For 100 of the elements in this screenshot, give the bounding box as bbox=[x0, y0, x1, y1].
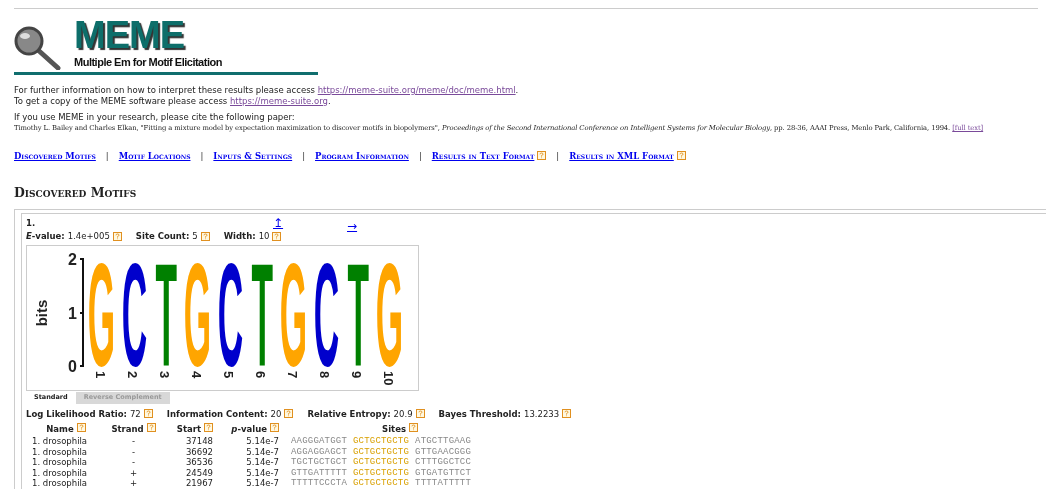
stat-value: 20 bbox=[270, 407, 282, 421]
nav-link[interactable]: Results in XML Format bbox=[569, 149, 674, 163]
column-header: Name bbox=[46, 423, 74, 436]
tick-label: 2 bbox=[68, 250, 77, 268]
stat-label: Width: bbox=[223, 230, 256, 243]
stat-value: 5 bbox=[192, 230, 198, 243]
nav-separator: | bbox=[302, 149, 305, 163]
table-cell-text: - bbox=[130, 457, 137, 468]
logo-letter: G bbox=[376, 255, 404, 370]
help-icon[interactable] bbox=[537, 151, 547, 161]
stat-value: 20.9 bbox=[393, 407, 413, 421]
logo-letter: T bbox=[251, 255, 273, 370]
table-cell-text: 1. drosophila bbox=[31, 446, 89, 457]
table-cell-text: 36536 bbox=[184, 457, 213, 468]
logo-letter: G bbox=[184, 255, 212, 370]
table-cell-text: 5.14e-7 bbox=[245, 478, 279, 489]
help-icon[interactable] bbox=[676, 151, 686, 161]
position-label: 6 bbox=[253, 370, 268, 378]
site-flank: ATGCTTGAAG bbox=[415, 436, 472, 447]
position-label: 3 bbox=[157, 370, 172, 378]
logo-letter: C bbox=[121, 255, 147, 370]
help-icon[interactable] bbox=[146, 423, 156, 433]
nav-separator: | bbox=[105, 149, 109, 163]
help-icon[interactable] bbox=[408, 423, 418, 433]
position-label: 5 bbox=[221, 370, 236, 378]
table-cell-text: 1. drosophila bbox=[31, 436, 89, 447]
stat-value: 10 bbox=[258, 230, 270, 243]
position-label: 1 bbox=[93, 370, 108, 378]
logo-letter: C bbox=[217, 255, 243, 370]
nav-link[interactable]: Motif Locations bbox=[118, 149, 191, 163]
axis-label: bits bbox=[33, 299, 50, 327]
table-cell-text: - bbox=[130, 436, 137, 447]
table-cell-text: + bbox=[128, 467, 139, 478]
site-flank: TGCTGCTGCT bbox=[291, 457, 347, 468]
help-icon[interactable] bbox=[204, 423, 213, 433]
logo-title: MEME bbox=[74, 17, 185, 53]
help-icon[interactable] bbox=[112, 231, 122, 241]
table-cell-text: 5.14e-7 bbox=[245, 436, 279, 447]
site-flank: AAGGGATGGT bbox=[291, 436, 347, 447]
table-cell-text: 1. drosophila bbox=[31, 467, 89, 478]
logo-letter: C bbox=[313, 255, 339, 370]
table-cell-text: 1. drosophila bbox=[31, 478, 89, 489]
url-link[interactable]: https://meme-suite.org bbox=[230, 95, 328, 106]
help-icon[interactable] bbox=[143, 409, 153, 419]
stat-label: Bayes Threshold: bbox=[438, 407, 521, 421]
help-icon[interactable] bbox=[284, 409, 294, 419]
nav-separator: | bbox=[418, 149, 422, 163]
stat-label: E-value: bbox=[26, 230, 65, 243]
stat-label: Site Count: bbox=[135, 230, 190, 243]
logo-letter: T bbox=[155, 255, 177, 370]
url-link[interactable]: https://meme-suite.org/meme/doc/meme.html bbox=[317, 84, 516, 95]
site-sequence: GCTGCTGCTG bbox=[353, 436, 410, 447]
site-sequence: GCTGCTGCTG bbox=[353, 467, 410, 478]
table-cell-text: 5.14e-7 bbox=[245, 467, 279, 478]
stat-label: Information Content: bbox=[166, 407, 268, 421]
stat-label: Relative Entropy: bbox=[307, 407, 391, 421]
help-icon[interactable] bbox=[76, 423, 86, 433]
table-cell-text: 5.14e-7 bbox=[245, 446, 279, 457]
up-link[interactable]: ↥ bbox=[273, 217, 347, 229]
column-header: p-value bbox=[231, 423, 267, 436]
magnifier-icon bbox=[14, 25, 62, 70]
site-flank: GTTGATTTTT bbox=[291, 467, 347, 478]
nav-link[interactable]: Inputs & Settings bbox=[213, 149, 293, 163]
nav-link[interactable]: Program Information bbox=[315, 149, 409, 163]
position-label: 8 bbox=[317, 370, 332, 378]
section-title: Discovered Motifs bbox=[14, 184, 138, 203]
help-icon[interactable] bbox=[272, 231, 282, 241]
logo-letter: T bbox=[347, 255, 369, 370]
help-icon[interactable] bbox=[562, 409, 572, 419]
table-cell-text: 21967 bbox=[184, 478, 213, 489]
nav-link[interactable]: Results in Text Format bbox=[431, 149, 535, 163]
citation-intro: If you use MEME in your research, please cite the following paper: bbox=[14, 111, 296, 123]
site-flank: AGGAGGAGCT bbox=[291, 446, 347, 457]
table-cell-text: - bbox=[130, 446, 137, 457]
table-cell-text: 24549 bbox=[184, 467, 213, 478]
help-icon[interactable] bbox=[415, 409, 425, 419]
tick-label: 1 bbox=[68, 304, 77, 322]
position-label: 7 bbox=[285, 370, 300, 378]
site-flank: GTGATGTTCT bbox=[415, 467, 472, 478]
next-link[interactable]: → bbox=[347, 220, 358, 232]
help-icon[interactable] bbox=[270, 423, 279, 433]
logo-letter: G bbox=[88, 255, 116, 370]
help-icon[interactable] bbox=[200, 231, 210, 241]
stat-value: 72 bbox=[129, 407, 141, 421]
position-label: 4 bbox=[189, 370, 204, 378]
site-flank: CTTTGGCTCC bbox=[415, 457, 472, 468]
logo-subtitle: Multiple Em for Motif Elicitation bbox=[74, 55, 222, 70]
position-label: 2 bbox=[125, 370, 140, 378]
nav-link[interactable]: Discovered Motifs bbox=[14, 149, 96, 163]
site-sequence: GCTGCTGCTG bbox=[353, 446, 410, 457]
stat-label: Log Likelihood Ratio: bbox=[26, 407, 127, 421]
nav-separator: | bbox=[556, 149, 560, 163]
info-text: For further information on how to interpret these results please access https://meme-suite.org/meme/doc/meme.html. bbox=[14, 84, 520, 96]
column-header: Start bbox=[176, 423, 201, 436]
table-cell-text: + bbox=[128, 478, 139, 489]
nav-separator: | bbox=[200, 149, 204, 163]
stat-value: 13.2233 bbox=[524, 407, 560, 421]
position-label: 9 bbox=[349, 370, 364, 378]
site-flank: TTTTATTTTT bbox=[415, 478, 472, 489]
site-sequence: GCTGCTGCTG bbox=[353, 478, 410, 489]
